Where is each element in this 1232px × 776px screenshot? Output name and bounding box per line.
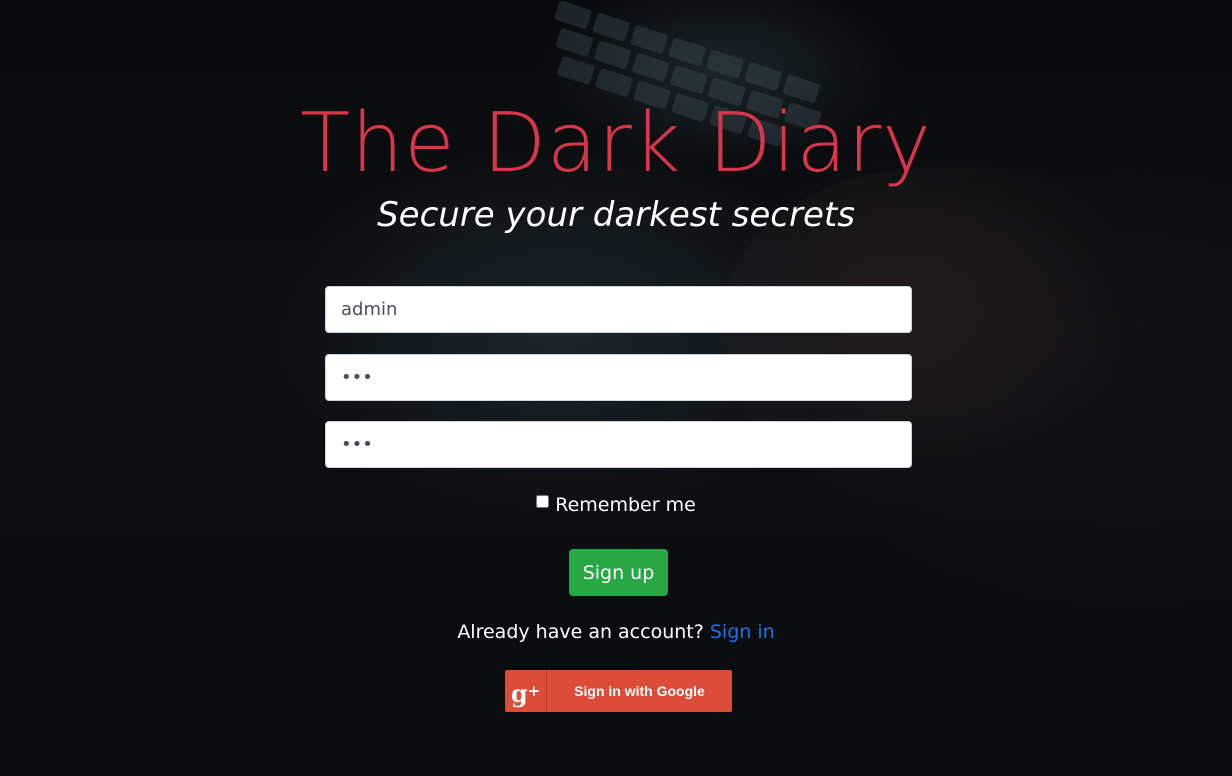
password-input[interactable] (325, 354, 912, 401)
confirm-password-input[interactable] (325, 421, 912, 468)
google-plus-icon: g+ (505, 670, 547, 712)
remember-me-row: Remember me (0, 492, 1232, 518)
page-title: The Dark Diary (300, 96, 932, 191)
already-have-account-text: Already have an account? (457, 621, 704, 643)
remember-me-checkbox[interactable] (536, 495, 550, 508)
page-subtitle: Secure your darkest secrets (377, 195, 855, 235)
username-input[interactable] (325, 286, 912, 333)
remember-me-label[interactable]: Remember me (555, 494, 696, 516)
sign-up-button[interactable]: Sign up (569, 549, 668, 596)
google-sign-in-button[interactable]: g+ Sign in with Google (505, 670, 732, 712)
sign-in-link[interactable]: Sign in (710, 621, 775, 643)
already-have-account: Already have an account? Sign in (0, 619, 1232, 645)
google-sign-in-label: Sign in with Google (574, 683, 705, 699)
